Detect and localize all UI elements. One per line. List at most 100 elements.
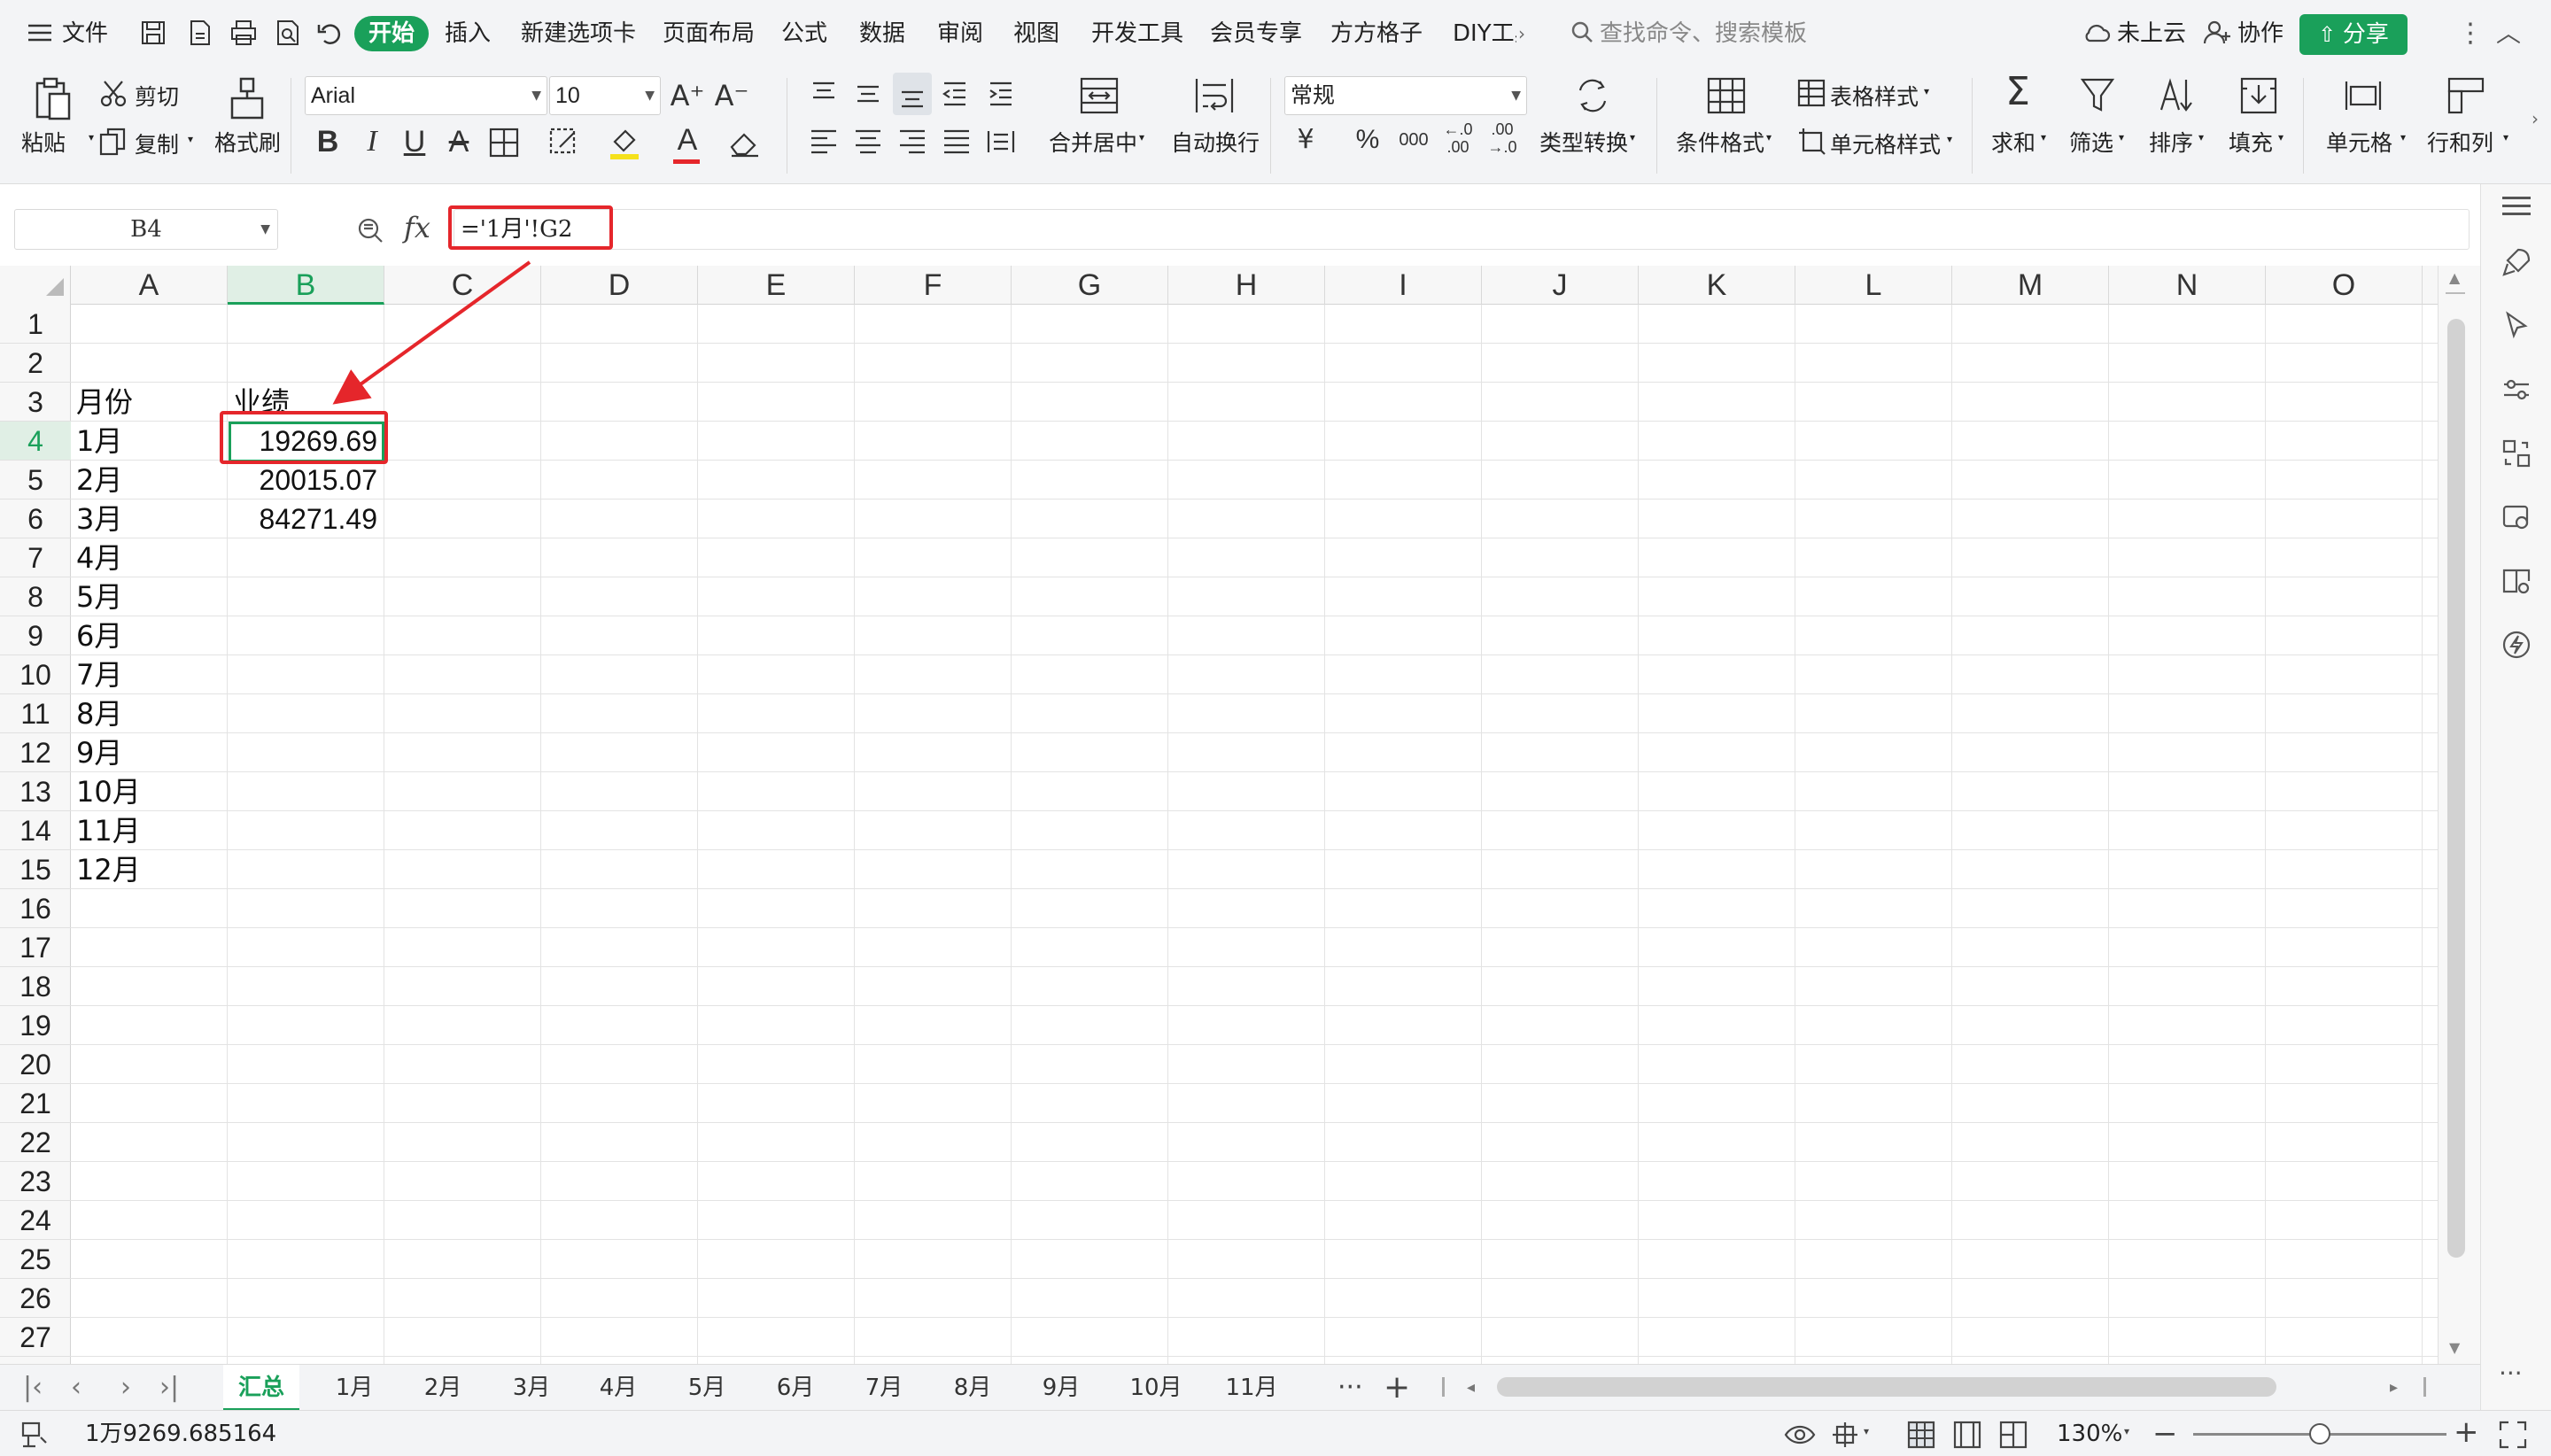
column-header-k[interactable]: K xyxy=(1639,266,1795,305)
row-column-button[interactable]: 行和列 xyxy=(2427,126,2493,158)
scroll-split-handle[interactable] xyxy=(2423,1377,2426,1397)
row-header-25[interactable]: 25 xyxy=(0,1240,71,1279)
scroll-down-icon[interactable]: ▼ xyxy=(2449,1339,2460,1356)
row-header-3[interactable]: 3 xyxy=(0,383,71,422)
fill-color-icon[interactable] xyxy=(608,126,641,161)
increase-decimal-icon[interactable]: ←.0.00 xyxy=(1438,120,1477,156)
sum-icon[interactable]: Σ xyxy=(1998,73,2037,112)
export-pdf-icon[interactable] xyxy=(184,18,214,48)
font-color-icon[interactable]: A xyxy=(668,122,707,158)
cell-b5[interactable]: 20015.07 xyxy=(233,461,377,500)
copy-icon[interactable] xyxy=(97,126,129,158)
column-header-a[interactable]: A xyxy=(71,266,228,305)
sheet-tab-0[interactable]: 汇总 xyxy=(223,1365,299,1411)
sheet-tab-11[interactable]: 11月 xyxy=(1213,1365,1290,1411)
column-header-e[interactable]: E xyxy=(698,266,855,305)
tab-home[interactable]: 开始 xyxy=(354,16,429,51)
column-header-c[interactable]: C xyxy=(384,266,541,305)
tab-diy-tools[interactable]: DIY工具 xyxy=(1453,16,1516,51)
first-sheet-icon[interactable]: |‹ xyxy=(23,1370,43,1406)
wrap-text-button[interactable]: 自动换行 xyxy=(1171,126,1260,158)
print-preview-icon[interactable] xyxy=(273,18,303,48)
row-header-26[interactable]: 26 xyxy=(0,1279,71,1318)
cell-a10[interactable]: 7月 xyxy=(76,655,221,694)
column-header-i[interactable]: I xyxy=(1325,266,1482,305)
tab-data[interactable]: 数据 xyxy=(859,16,905,51)
column-header-j[interactable]: J xyxy=(1482,266,1639,305)
eye-protection-icon[interactable] xyxy=(1784,1421,1816,1448)
reading-mode-dropdown-icon[interactable]: ▾ xyxy=(1864,1425,1869,1437)
sheet-tab-8[interactable]: 8月 xyxy=(939,1365,1006,1411)
tab-insert[interactable]: 插入 xyxy=(445,16,491,51)
row-header-11[interactable]: 11 xyxy=(0,694,71,733)
type-convert-button[interactable]: 类型转换 xyxy=(1539,126,1628,158)
page-break-view-icon[interactable] xyxy=(1998,1420,2028,1450)
strikethrough-icon[interactable]: A xyxy=(439,124,478,159)
search-input[interactable]: 查找命令、搜索模板 xyxy=(1600,16,1807,51)
table-style-icon[interactable] xyxy=(1796,78,1826,108)
row-header-15[interactable]: 15 xyxy=(0,850,71,889)
row-header-12[interactable]: 12 xyxy=(0,733,71,772)
format-painter-icon[interactable] xyxy=(227,76,268,122)
row-header-8[interactable]: 8 xyxy=(0,577,71,616)
collapse-ribbon-icon[interactable]: ︿ xyxy=(2496,16,2521,51)
italic-button[interactable]: I xyxy=(353,124,392,159)
filter-icon[interactable] xyxy=(2080,76,2115,115)
table-style-button[interactable]: 表格样式 xyxy=(1830,80,1919,112)
name-box[interactable]: B4 ▼ xyxy=(14,209,278,250)
paste-button[interactable]: 粘贴 xyxy=(21,126,66,158)
column-header-h[interactable]: H xyxy=(1168,266,1325,305)
zoom-formula-icon[interactable] xyxy=(356,216,386,250)
copy-button[interactable]: 复制 xyxy=(135,128,179,159)
tab-view[interactable]: 视图 xyxy=(1013,16,1059,51)
filter-dropdown-icon[interactable]: ▾ xyxy=(2119,131,2124,143)
merge-center-icon[interactable] xyxy=(1079,76,1120,115)
paste-icon[interactable] xyxy=(30,76,73,122)
insert-function-button[interactable]: fx xyxy=(404,211,430,244)
align-left-icon[interactable] xyxy=(808,126,840,158)
page-layout-view-icon[interactable] xyxy=(1952,1420,1982,1450)
column-header-n[interactable]: N xyxy=(2109,266,2266,305)
align-top-icon[interactable] xyxy=(808,78,840,110)
borders-icon[interactable] xyxy=(487,126,521,159)
sheet-tab-5[interactable]: 5月 xyxy=(673,1365,740,1411)
decrease-decimal-icon[interactable]: .00 →.0 xyxy=(1483,120,1522,156)
sheet-tab-10[interactable]: 10月 xyxy=(1118,1365,1194,1411)
row-header-17[interactable]: 17 xyxy=(0,928,71,967)
scroll-left-icon[interactable]: ◂ xyxy=(1467,1370,1475,1406)
row-header-4[interactable]: 4 xyxy=(0,422,71,461)
row-header-22[interactable]: 22 xyxy=(0,1123,71,1162)
cell-a5[interactable]: 2月 xyxy=(76,461,221,500)
image-settings-icon[interactable] xyxy=(2501,501,2532,533)
document-search-icon[interactable] xyxy=(2501,565,2532,597)
cell-style-dropdown-icon[interactable]: ▾ xyxy=(1947,133,1952,145)
row-header-24[interactable]: 24 xyxy=(0,1201,71,1240)
paste-dropdown-icon[interactable]: ▾ xyxy=(89,131,94,143)
row-header-14[interactable]: 14 xyxy=(0,811,71,850)
tab-page-layout[interactable]: 页面布局 xyxy=(663,16,755,51)
cell-a8[interactable]: 5月 xyxy=(76,577,221,616)
column-header-f[interactable]: F xyxy=(855,266,1012,305)
row-header-6[interactable]: 6 xyxy=(0,500,71,538)
conditional-format-button[interactable]: 条件格式 xyxy=(1676,126,1764,158)
fill-pattern-icon[interactable] xyxy=(547,126,581,159)
cut-button[interactable]: 剪切 xyxy=(135,80,179,112)
sheet-tab-9[interactable]: 9月 xyxy=(1027,1365,1095,1411)
save-icon[interactable] xyxy=(138,18,168,48)
sheet-tab-3[interactable]: 3月 xyxy=(498,1365,565,1411)
merge-dropdown-icon[interactable]: ▾ xyxy=(1139,131,1144,143)
scroll-right-icon[interactable]: ▸ xyxy=(2390,1370,2398,1406)
slider-settings-icon[interactable] xyxy=(2501,374,2532,406)
side-menu-icon[interactable] xyxy=(2502,197,2531,199)
vertical-scrollbar[interactable]: ▲ ▼ xyxy=(2438,266,2480,1364)
cell-a4[interactable]: 1月 xyxy=(76,422,221,461)
more-tools-icon[interactable]: ··· xyxy=(2499,1359,2523,1388)
normal-view-icon[interactable] xyxy=(1906,1420,1936,1450)
sheet-tab-7[interactable]: 7月 xyxy=(850,1365,918,1411)
zoom-level[interactable]: 130% xyxy=(2057,1416,2122,1452)
clear-format-icon[interactable] xyxy=(728,128,762,159)
cell-a11[interactable]: 8月 xyxy=(76,694,221,733)
tab-review[interactable]: 审阅 xyxy=(937,16,983,51)
sort-button[interactable]: 排序 xyxy=(2149,126,2193,158)
filter-button[interactable]: 筛选 xyxy=(2069,126,2113,158)
